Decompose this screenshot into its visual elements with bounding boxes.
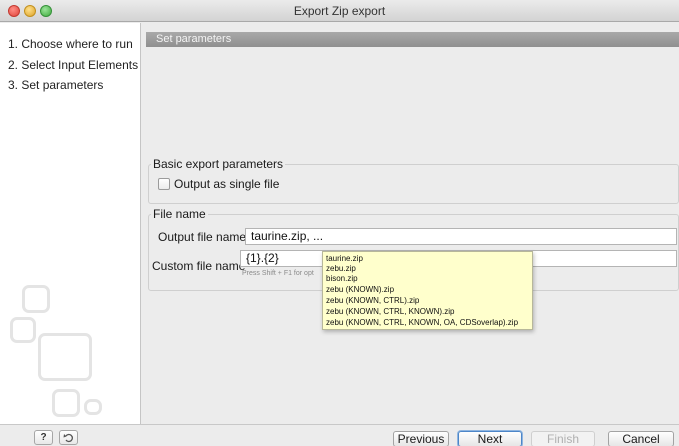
suggestion-item[interactable]: zebu (KNOWN, CTRL, KNOWN).zip [326,307,454,316]
output-as-single-file-checkbox[interactable] [158,178,170,190]
custom-file-name-label: Custom file name [152,259,246,273]
file-name-title: File name [151,207,208,221]
decorative-square-icon [52,389,80,417]
custom-file-name-hint: Press Shift + F1 for opt [242,270,314,277]
wizard-steps-sidebar: 1. Choose where to run 2. Select Input E… [0,23,141,424]
file-name-suggestions-popup: taurine.zip zebu.zip bison.zip zebu (KNO… [322,251,533,330]
finish-button[interactable]: Finish [531,431,595,446]
window-title: Export Zip export [293,4,386,18]
cancel-button[interactable]: Cancel [608,431,674,446]
decorative-square-icon [22,285,50,313]
next-button[interactable]: Next [458,431,522,446]
reset-button[interactable] [59,430,78,445]
suggestion-item[interactable]: zebu (KNOWN).zip [326,285,394,294]
decorative-square-icon [10,317,36,343]
decorative-square-icon [84,399,102,415]
step-select-input-elements[interactable]: 2. Select Input Elements [8,58,138,72]
basic-export-parameters-title: Basic export parameters [151,157,286,171]
output-file-name-label: Output file name [158,230,247,244]
output-file-name-field[interactable]: taurine.zip, ... [245,228,677,245]
output-as-single-file-label: Output as single file [174,177,280,191]
step-choose-where-to-run[interactable]: 1. Choose where to run [8,37,133,51]
window-titlebar: Export Zip export [0,0,679,22]
help-button[interactable]: ? [34,430,53,445]
suggestion-item[interactable]: taurine.zip [326,254,363,263]
suggestion-item[interactable]: bison.zip [326,274,358,283]
reset-icon [63,433,73,443]
decorative-square-icon [38,333,92,381]
suggestion-item[interactable]: zebu (KNOWN, CTRL).zip [326,296,419,305]
wizard-footer: ? Previous Next Finish Cancel [0,424,679,446]
parameters-panel: Set parameters Basic export parameters O… [142,23,679,424]
suggestion-item[interactable]: zebu (KNOWN, CTRL, KNOWN, OA, CDSoverlap… [326,318,518,327]
section-header: Set parameters [146,32,679,47]
step-set-parameters[interactable]: 3. Set parameters [8,78,103,92]
previous-button[interactable]: Previous [393,431,449,446]
suggestion-item[interactable]: zebu.zip [326,264,356,273]
